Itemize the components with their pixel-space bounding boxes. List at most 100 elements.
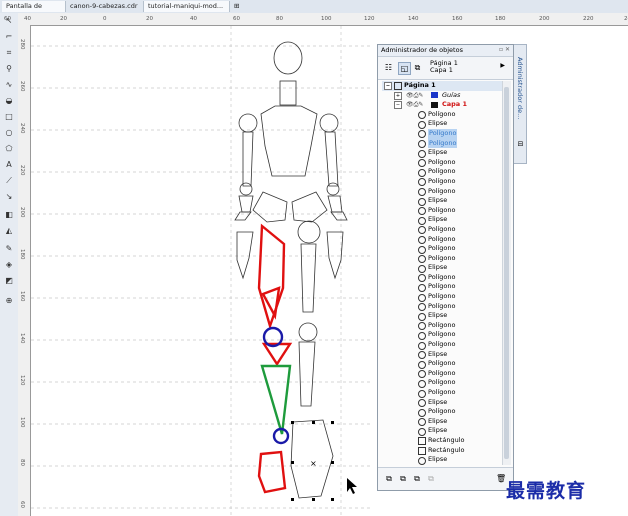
dimension-tool-icon[interactable]: ↘ xyxy=(3,191,15,203)
tree-object-row[interactable]: Elipse xyxy=(382,119,504,129)
tree-object-row[interactable]: Polígono xyxy=(382,138,504,149)
tree-object-row[interactable]: Rectángulo xyxy=(382,436,504,446)
tree-object-row[interactable]: Elipse xyxy=(382,350,504,360)
tree-object-row[interactable]: Elipse xyxy=(382,426,504,436)
tree-object-row[interactable]: Polígono xyxy=(382,388,504,398)
docker-toggle-icon[interactable]: ⊟ xyxy=(514,140,527,158)
tree-object-row[interactable]: Elipse xyxy=(382,215,504,225)
ruler-tick-label: 240 xyxy=(19,123,25,134)
polygon-tool-icon[interactable]: ⬠ xyxy=(3,143,15,155)
collapse-toggle-icon[interactable]: + xyxy=(394,91,402,100)
tree-object-row[interactable]: Polígono xyxy=(382,128,504,139)
tree-object-row[interactable]: Elipse xyxy=(382,455,504,465)
tree-object-row[interactable]: Polígono xyxy=(382,407,504,417)
add-tool-icon[interactable]: ⊕ xyxy=(3,295,15,307)
crop-tool-icon[interactable]: ⌗ xyxy=(3,47,15,59)
polygon-icon xyxy=(418,255,426,264)
tree-object-row[interactable]: Polígono xyxy=(382,235,504,245)
scrollbar-thumb[interactable] xyxy=(504,87,509,459)
tree-layer-row[interactable]: + 👁⎙✎ Guías xyxy=(382,91,504,101)
drawing-canvas[interactable]: × xyxy=(31,26,628,516)
tree-object-row[interactable]: Elipse xyxy=(382,196,504,206)
tab-start[interactable]: Pantalla de inicio xyxy=(2,1,66,21)
tree-object-row[interactable]: Elipse xyxy=(382,263,504,273)
tree-scrollbar[interactable] xyxy=(502,81,511,465)
tree-object-row[interactable]: Polígono xyxy=(382,110,504,120)
ellipse-tool-icon[interactable]: ○ xyxy=(3,127,15,139)
ruler-tick-label: 100 xyxy=(321,16,332,22)
horizontal-ruler[interactable]: 604020020406080100120140160180200220240 xyxy=(4,13,628,26)
tree-object-row[interactable]: Polígono xyxy=(382,158,504,168)
tree-object-row[interactable]: Polígono xyxy=(382,359,504,369)
tree-object-row[interactable]: Elipse xyxy=(382,398,504,408)
tree-object-row[interactable]: Polígono xyxy=(382,292,504,302)
collapse-toggle-icon[interactable]: − xyxy=(394,101,402,110)
tree-object-row[interactable]: Polígono xyxy=(382,340,504,350)
tree-object-row[interactable]: Polígono xyxy=(382,187,504,197)
panel-window-buttons[interactable]: ▫ ✕ xyxy=(499,46,510,53)
ruler-tick-label: 100 xyxy=(19,417,25,428)
tree-object-row[interactable]: Elipse xyxy=(382,311,504,321)
polygon-icon xyxy=(418,408,426,417)
layer-visibility-icon[interactable]: 👁⎙✎ xyxy=(406,100,423,110)
mouse-cursor-icon xyxy=(347,478,357,494)
left-leg-red-shapes xyxy=(257,223,293,494)
tree-object-row[interactable]: Elipse xyxy=(382,148,504,158)
panel-menu-arrow-icon[interactable]: ▶ xyxy=(500,62,505,69)
tree-object-row[interactable]: Rectángulo xyxy=(382,446,504,456)
connector-tool-icon[interactable]: ⟋ xyxy=(3,175,15,187)
shape-tool-icon[interactable]: ⌐ xyxy=(3,31,15,43)
rectangle-tool-icon[interactable]: □ xyxy=(3,111,15,123)
tree-object-row[interactable]: Polígono xyxy=(382,282,504,292)
fill-tool-icon[interactable]: ◈ xyxy=(3,259,15,271)
tree-object-row[interactable]: Polígono xyxy=(382,321,504,331)
new-master-layer-even-icon[interactable]: ⧉ xyxy=(412,474,422,484)
text-tool-icon[interactable]: A xyxy=(3,159,15,171)
tree-page-row[interactable]: − Página 1 xyxy=(382,81,504,91)
polygon-icon xyxy=(418,303,426,312)
tree-item-label: Elipse xyxy=(428,416,448,425)
zoom-tool-icon[interactable]: ⚲ xyxy=(3,63,15,75)
polygon-icon xyxy=(418,168,426,177)
collapse-toggle-icon[interactable]: − xyxy=(384,82,392,90)
tree-object-row[interactable]: Polígono xyxy=(382,330,504,340)
new-master-layer-icon[interactable]: ⧉ xyxy=(398,474,408,484)
outline-tool-icon[interactable]: ◩ xyxy=(3,275,15,287)
show-properties-icon[interactable]: ☷ xyxy=(383,62,394,73)
tree-item-label: Polígono xyxy=(428,109,456,118)
tree-object-row[interactable]: Polígono xyxy=(382,369,504,379)
transparency-tool-icon[interactable]: ◭ xyxy=(3,225,15,237)
tree-object-row[interactable]: Elipse xyxy=(382,417,504,427)
blend-tool-icon[interactable]: ◧ xyxy=(3,209,15,221)
vertical-ruler[interactable]: 280 260 240 220 200 180 160 140 120 100 80 60 xyxy=(18,25,31,516)
tree-object-row[interactable]: Polígono xyxy=(382,206,504,216)
tree-object-row[interactable]: Polígono xyxy=(382,167,504,177)
tree-object-row[interactable]: Polígono xyxy=(382,273,504,283)
tree-object-row[interactable]: Polígono xyxy=(382,244,504,254)
new-master-layer-odd-icon[interactable]: ⧉ xyxy=(426,474,436,484)
tree-object-row[interactable]: Polígono xyxy=(382,254,504,264)
ellipse-icon xyxy=(418,399,426,408)
delete-icon[interactable]: 🗑 xyxy=(496,474,506,483)
object-tree[interactable]: − Página 1 + 👁⎙✎ Guías − 👁⎙✎ Capa 1 Polígono Elip… xyxy=(382,81,504,465)
tree-item-label: Polígono xyxy=(428,368,456,377)
tab-tutorial[interactable]: tutorial-maniqui-mod... xyxy=(144,1,230,12)
freehand-tool-icon[interactable]: ∿ xyxy=(3,79,15,91)
tree-object-row[interactable]: Polígono xyxy=(382,302,504,312)
tree-item-label: Polígono xyxy=(428,128,458,139)
layer-visibility-icon[interactable]: 👁⎙✎ xyxy=(406,91,423,101)
edit-across-layers-icon[interactable]: ⧉ xyxy=(412,62,423,73)
tree-layer-row[interactable]: − 👁⎙✎ Capa 1 xyxy=(382,100,504,110)
tab-canon[interactable]: canon-9-cabezas.cdr xyxy=(66,1,144,12)
show-object-properties-icon[interactable]: ◱ xyxy=(398,62,411,75)
smart-fill-icon[interactable]: ◒ xyxy=(3,95,15,107)
tree-object-row[interactable]: Polígono xyxy=(382,225,504,235)
tree-object-row[interactable]: Polígono xyxy=(382,177,504,187)
tree-object-row[interactable]: Polígono xyxy=(382,378,504,388)
tree-item-label: Elipse xyxy=(428,263,448,272)
drawing-svg: × xyxy=(31,26,371,516)
layer-color-swatch xyxy=(431,92,438,99)
eyedropper-tool-icon[interactable]: ✎ xyxy=(3,243,15,255)
new-layer-icon[interactable]: ⧉ xyxy=(384,474,394,484)
new-tab-icon[interactable]: ⊞ xyxy=(230,1,240,12)
